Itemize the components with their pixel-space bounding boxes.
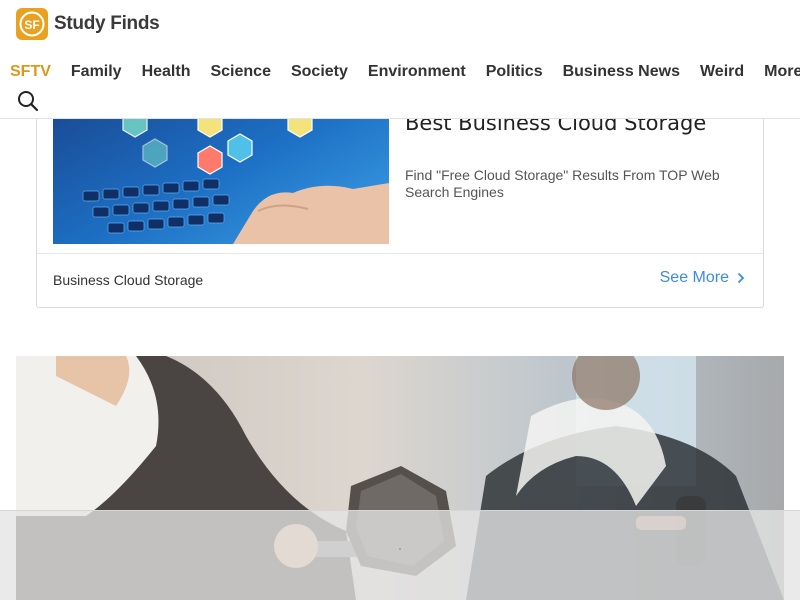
ad-footer-label: Business Cloud Storage (53, 272, 204, 288)
loading-dot (399, 548, 401, 550)
nav-item-sftv[interactable]: SFTV (10, 63, 51, 81)
nav-item-more[interactable]: More... (764, 63, 800, 81)
nav-item-health[interactable]: Health (142, 63, 191, 81)
study-finds-logo-icon: SF (16, 8, 48, 40)
nav-item-weird[interactable]: Weird (700, 63, 744, 81)
logo-initials: SF (24, 18, 39, 32)
see-more-label: See More (659, 269, 729, 286)
see-more-button[interactable]: See More (660, 269, 745, 287)
ad-description: Find "Free Cloud Storage" Results From T… (405, 167, 720, 200)
site-header: SF Study Finds SFTV Family Health Scienc… (0, 0, 800, 119)
ad-divider (37, 253, 763, 254)
chevron-right-icon (737, 272, 745, 284)
search-icon (18, 91, 39, 112)
nav-item-business-news[interactable]: Business News (563, 63, 680, 81)
site-name: Study Finds (54, 13, 160, 34)
nav-item-family[interactable]: Family (71, 63, 122, 81)
main-nav: SFTV Family Health Science Society Envir… (0, 60, 800, 84)
site-logo[interactable]: SF Study Finds (16, 8, 160, 40)
search-button[interactable] (17, 90, 39, 112)
nav-item-science[interactable]: Science (210, 63, 270, 81)
sticky-ad-placeholder (0, 510, 800, 600)
nav-item-society[interactable]: Society (291, 63, 348, 81)
nav-item-environment[interactable]: Environment (368, 63, 466, 81)
nav-item-politics[interactable]: Politics (486, 63, 543, 81)
